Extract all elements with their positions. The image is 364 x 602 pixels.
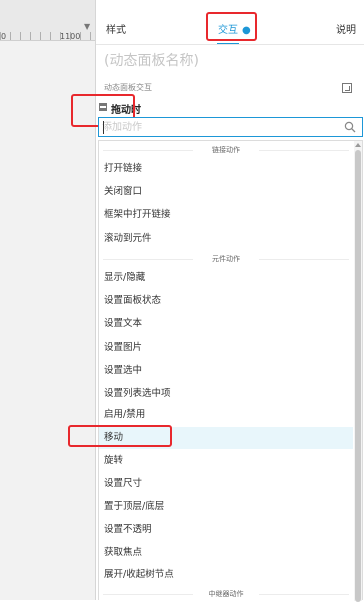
ruler-label-0: 0 — [1, 32, 7, 41]
tabs-divider — [96, 44, 364, 45]
ruler-arrow-icon[interactable]: ▼ — [84, 22, 90, 31]
tab-style[interactable]: 样式 — [106, 16, 126, 44]
action-open-link[interactable]: 打开链接 — [99, 158, 353, 180]
scrollbar[interactable] — [354, 141, 362, 602]
expand-window-icon[interactable] — [342, 83, 352, 93]
design-canvas[interactable]: ▼ 0 1100 — [0, 0, 95, 600]
scroll-up-arrow-icon[interactable] — [355, 143, 361, 147]
action-enable-disable[interactable]: 启用/禁用 — [99, 404, 353, 426]
tab-notes[interactable]: 说明 — [336, 16, 356, 44]
action-set-selected[interactable]: 设置选中 — [99, 360, 353, 382]
text-caret — [103, 121, 104, 134]
action-scroll-to-widget[interactable]: 滚动到元件 — [99, 228, 353, 250]
action-set-list-selected[interactable]: 设置列表选中项 — [99, 383, 353, 405]
ruler-ticks — [0, 32, 95, 40]
action-set-text[interactable]: 设置文本 — [99, 313, 353, 335]
group-header-widget: 元件动作 — [99, 252, 353, 266]
action-search[interactable] — [98, 117, 363, 137]
action-show-hide[interactable]: 显示/隐藏 — [99, 267, 353, 289]
action-expand-collapse-tree[interactable]: 展开/收起树节点 — [99, 564, 353, 586]
action-close-window[interactable]: 关闭窗口 — [99, 181, 353, 203]
action-focus[interactable]: 获取焦点 — [99, 542, 353, 564]
action-search-input[interactable] — [102, 119, 337, 135]
highlight-box-move — [68, 425, 172, 447]
group-header-link: 链接动作 — [99, 143, 353, 157]
action-rotate[interactable]: 旋转 — [99, 450, 353, 472]
action-open-in-frame[interactable]: 框架中打开链接 — [99, 204, 353, 226]
panel-name-field[interactable]: (动态面板名称) — [104, 50, 199, 70]
inspector-panel: 样式 交互 ● 说明 (动态面板名称) 动态面板交互 拖动时 链接动作 打开链接… — [68, 0, 364, 602]
action-set-image[interactable]: 设置图片 — [99, 337, 353, 359]
search-icon[interactable] — [344, 121, 356, 133]
group-header-repeater: 中继器动作 — [99, 587, 353, 601]
ruler-label-1100: 1100 — [60, 32, 81, 41]
action-bring-front-back[interactable]: 置于顶层/底层 — [99, 496, 353, 518]
action-set-size[interactable]: 设置尺寸 — [99, 473, 353, 495]
scrollbar-thumb[interactable] — [355, 150, 361, 602]
horizontal-ruler: ▼ 0 1100 — [0, 0, 95, 41]
section-label: 动态面板交互 — [104, 83, 152, 92]
action-dropdown: 链接动作 打开链接 关闭窗口 框架中打开链接 滚动到元件 元件动作 显示/隐藏 … — [98, 140, 363, 602]
action-set-panel-state[interactable]: 设置面板状态 — [99, 290, 353, 312]
highlight-box-interaction-tab — [206, 12, 257, 41]
action-set-opacity[interactable]: 设置不透明 — [99, 519, 353, 541]
